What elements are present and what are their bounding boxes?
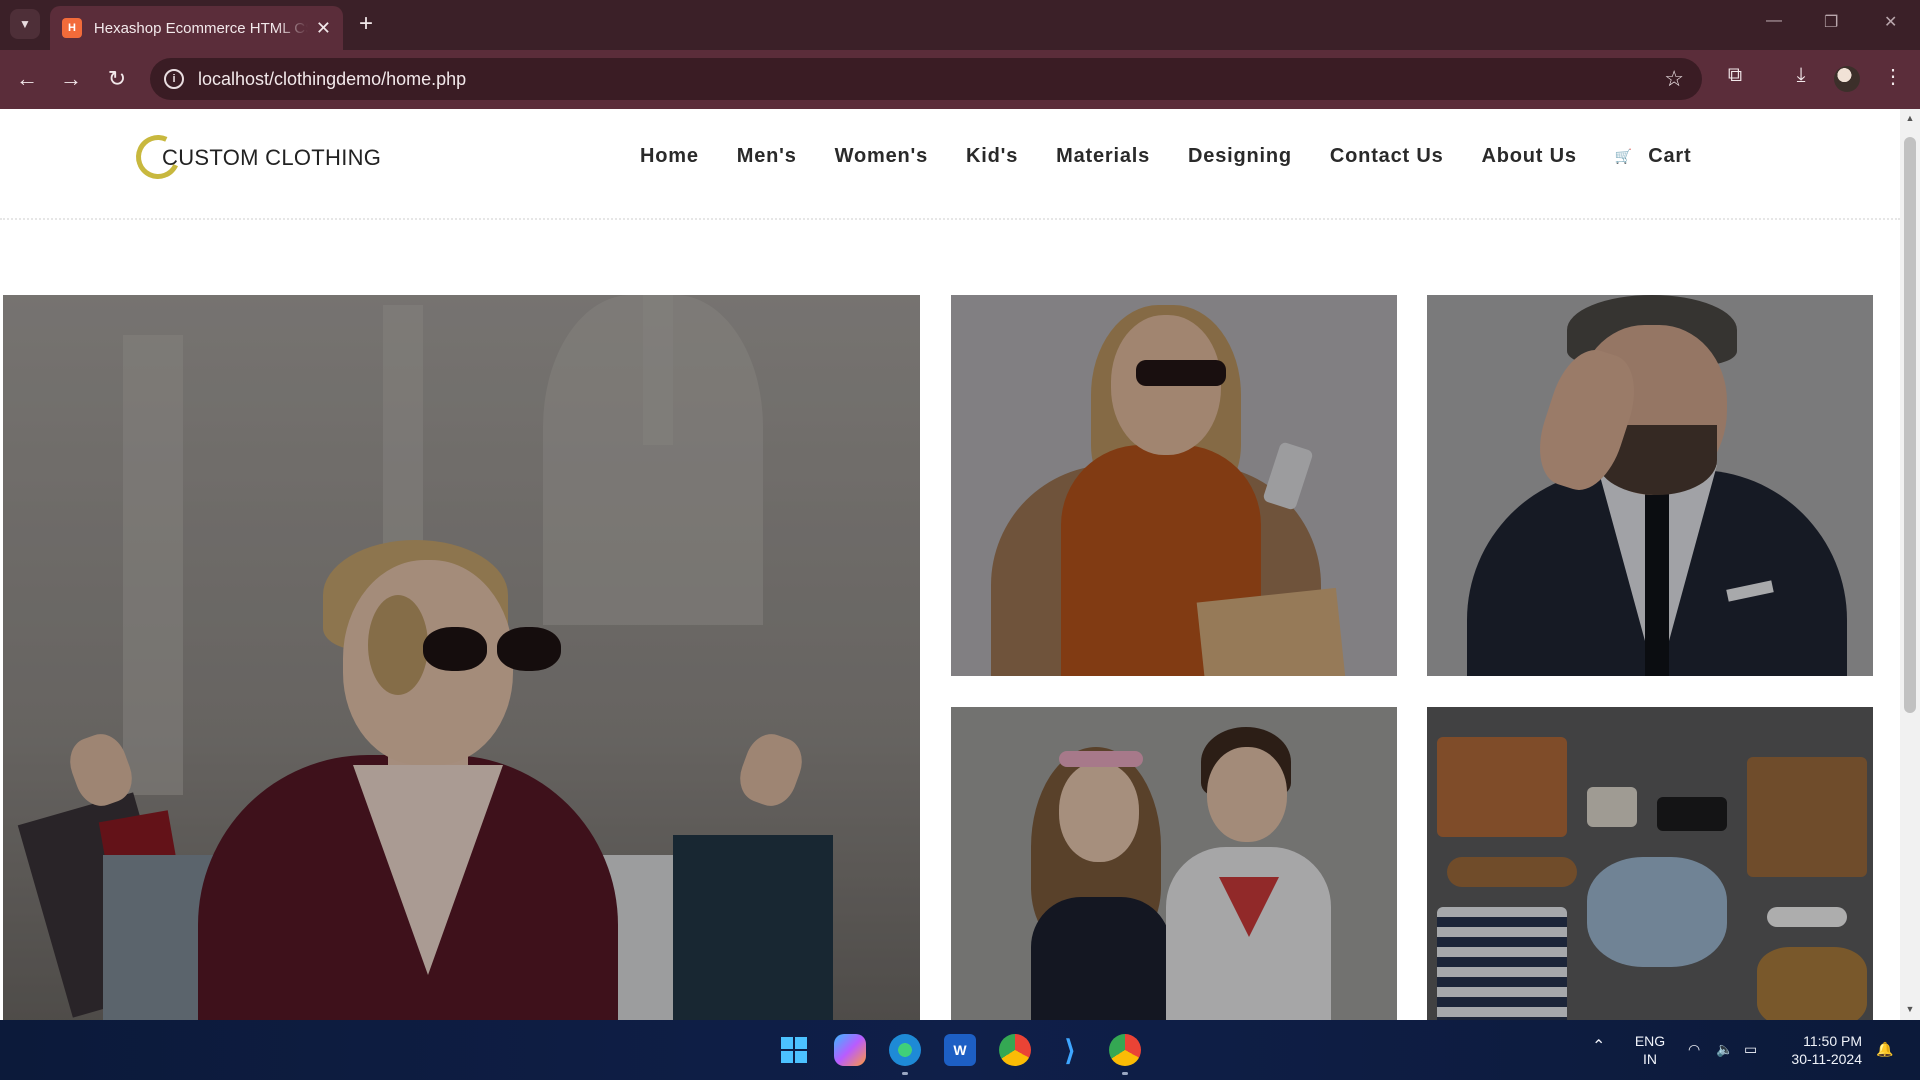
downloads-icon[interactable]: ⤓ (1786, 64, 1816, 87)
profile-avatar[interactable] (1834, 66, 1860, 92)
window-close-icon[interactable]: ✕ (1884, 12, 1897, 32)
main-nav: Home Men's Women's Kid's Materials Desig… (640, 145, 1691, 168)
tab-close-icon[interactable]: ✕ (316, 18, 331, 39)
reload-icon[interactable]: ↻ (102, 64, 132, 94)
clock-time: 11:50 PM (1803, 1033, 1862, 1049)
nav-link-home[interactable]: Home (640, 145, 699, 168)
language-indicator[interactable]: ENG IN (1632, 1032, 1668, 1068)
scroll-thumb[interactable] (1904, 137, 1916, 713)
windows-start-icon[interactable] (778, 1034, 810, 1066)
copilot-app-icon[interactable] (834, 1034, 866, 1066)
browser-toolbar: ← → ↻ i localhost/clothingdemo/home.php … (0, 50, 1920, 109)
wifi-icon[interactable]: ◠ (1688, 1040, 1700, 1058)
cart-icon: 🛒 (1614, 148, 1633, 164)
kids-category-image[interactable] (951, 707, 1397, 1020)
women-category-image[interactable] (951, 295, 1397, 676)
window-restore-icon[interactable]: ❐ (1824, 12, 1838, 32)
vscode-app-icon[interactable]: ⟩ (1054, 1034, 1086, 1066)
chrome-browser-icon[interactable] (999, 1034, 1031, 1066)
address-bar[interactable]: i localhost/clothingdemo/home.php ☆ (150, 58, 1702, 100)
word-app-icon[interactable]: W (944, 1034, 976, 1066)
scroll-down-arrow-icon[interactable]: ▼ (1905, 1004, 1915, 1014)
tab-search-dropdown-icon[interactable]: ▼ (10, 9, 40, 39)
address-url[interactable]: localhost/clothingdemo/home.php (198, 69, 466, 90)
logo-text: CUSTOM CLOTHING (162, 145, 382, 170)
nav-link-materials[interactable]: Materials (1056, 145, 1150, 168)
nav-link-contact-us[interactable]: Contact Us (1330, 145, 1444, 168)
battery-icon[interactable]: ▭ (1744, 1040, 1757, 1058)
browser-menu-kebab-icon[interactable]: ⋮ (1878, 64, 1908, 89)
nav-cart[interactable]: 🛒 Cart (1615, 145, 1692, 168)
notifications-bell-icon[interactable]: 🔔 (1876, 1040, 1893, 1058)
web-page: CUSTOM CLOTHING Home Men's Women's Kid's… (0, 109, 1900, 1020)
site-header: CUSTOM CLOTHING Home Men's Women's Kid's… (0, 109, 1900, 220)
site-logo[interactable]: CUSTOM CLOTHING (129, 128, 381, 186)
tab-title: Hexashop Ecommerce HTML CSS Template (93, 19, 308, 37)
chrome-profile-browser-icon[interactable] (1109, 1034, 1141, 1066)
scroll-up-arrow-icon[interactable]: ▲ (1905, 113, 1915, 123)
nav-link-womens[interactable]: Women's (835, 145, 928, 168)
tray-overflow-chevron-icon[interactable]: ⌃ (1592, 1038, 1605, 1056)
windows-taskbar: W ⟩ ⌃ ENG IN ◠ 🔈 ▭ 11:50 PM 30-11-2024 🔔 (0, 1020, 1920, 1080)
browser-tabbar: ▼ H Hexashop Ecommerce HTML CSS Template… (0, 0, 1920, 50)
nav-link-mens[interactable]: Men's (737, 145, 797, 168)
nav-link-kids[interactable]: Kid's (966, 145, 1018, 168)
clock[interactable]: 11:50 PM 30-11-2024 (1782, 1032, 1862, 1068)
page-scrollbar[interactable]: ▲ ▼ (1900, 109, 1920, 1020)
volume-icon[interactable]: 🔈 (1716, 1040, 1733, 1058)
hero-women-shopping-image[interactable] (3, 295, 920, 1020)
new-tab-plus-icon[interactable]: + (352, 10, 380, 38)
language-code: ENG (1634, 1033, 1666, 1049)
nav-link-cart[interactable]: Cart (1648, 145, 1691, 168)
accessories-category-image[interactable] (1427, 707, 1873, 1020)
browser-tab-active[interactable]: H Hexashop Ecommerce HTML CSS Template ✕ (50, 6, 343, 50)
language-region: IN (1643, 1051, 1657, 1067)
forward-arrow-icon[interactable]: → (56, 64, 86, 94)
extensions-puzzle-icon[interactable]: ⧉ (1720, 64, 1750, 87)
clock-date: 30-11-2024 (1791, 1051, 1862, 1067)
window-minimize-icon[interactable]: — (1766, 12, 1782, 30)
men-category-image[interactable] (1427, 295, 1873, 676)
bookmark-star-icon[interactable]: ☆ (1664, 66, 1684, 92)
nav-link-about-us[interactable]: About Us (1482, 145, 1577, 168)
edge-browser-icon[interactable] (889, 1034, 921, 1066)
site-info-icon[interactable]: i (164, 69, 184, 89)
nav-link-designing[interactable]: Designing (1188, 145, 1292, 168)
back-arrow-icon[interactable]: ← (12, 64, 42, 94)
tab-favicon-icon: H (62, 18, 82, 38)
